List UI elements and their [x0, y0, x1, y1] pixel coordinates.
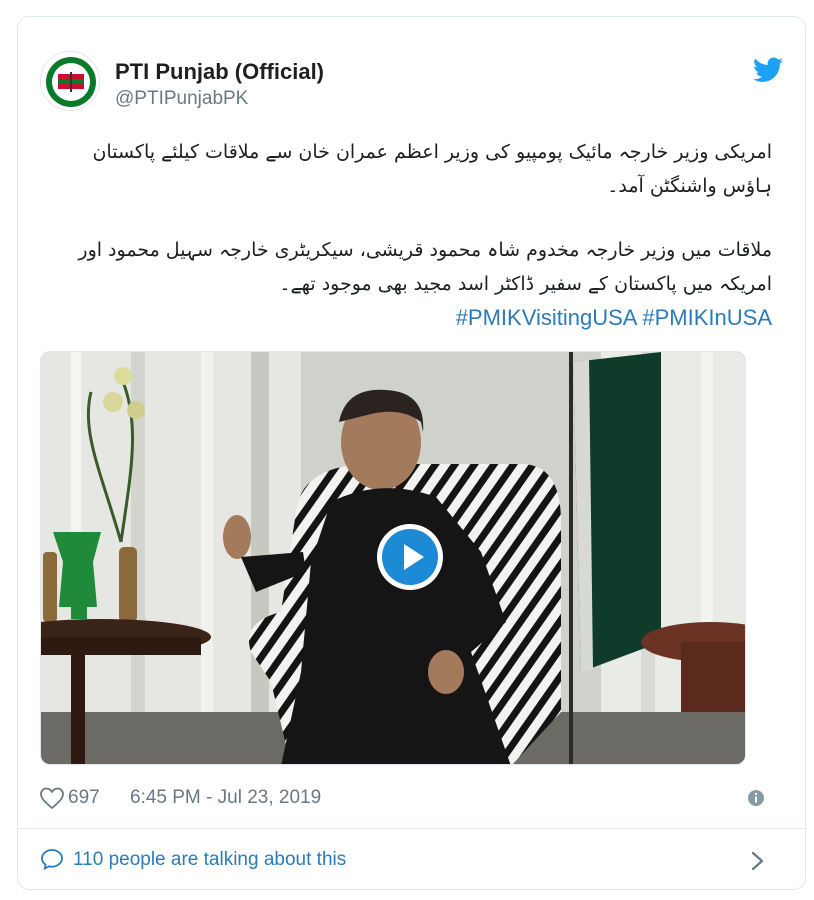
divider	[18, 828, 805, 829]
hashtag-link[interactable]: #PMIKInUSA	[642, 305, 772, 330]
info-icon[interactable]	[747, 789, 765, 807]
tweet-paragraph-2: ملاقات میں وزیر خارجہ مخدوم شاہ محمود قر…	[78, 239, 772, 295]
chevron-right-icon[interactable]	[751, 851, 765, 871]
tweet-meta: 697 6:45 PM - Jul 23, 2019	[40, 783, 783, 813]
pti-logo	[42, 53, 99, 110]
twitter-bird-icon[interactable]	[753, 57, 783, 83]
speech-bubble-icon	[41, 849, 63, 871]
author-name[interactable]: PTI Punjab (Official)	[115, 59, 324, 85]
play-button[interactable]	[377, 524, 443, 590]
tweet-header: PTI Punjab (Official) @PTIPunjabPK	[40, 51, 783, 111]
tweet-paragraph-1: امریکی وزیر خارجہ مائیک پومپیو کی وزیر ا…	[92, 141, 772, 197]
tweet-timestamp[interactable]: 6:45 PM - Jul 23, 2019	[130, 787, 321, 809]
heart-icon[interactable]	[40, 787, 64, 809]
talking-about-text[interactable]: 110 people are talking about this	[73, 849, 346, 871]
video-player[interactable]	[40, 351, 746, 765]
hashtag-link[interactable]: #PMIKVisitingUSA	[456, 305, 637, 330]
like-count: 697	[68, 787, 100, 808]
conversation-link[interactable]: 110 people are talking about this	[40, 843, 783, 877]
hashtag-list: #PMIKVisitingUSA #PMIKInUSA	[40, 301, 772, 335]
play-icon	[382, 529, 438, 585]
avatar[interactable]	[40, 51, 100, 111]
author-handle[interactable]: @PTIPunjabPK	[115, 88, 248, 110]
tweet-text: امریکی وزیر خارجہ مائیک پومپیو کی وزیر ا…	[40, 135, 772, 335]
tweet-card: PTI Punjab (Official) @PTIPunjabPK امریک…	[17, 16, 806, 890]
